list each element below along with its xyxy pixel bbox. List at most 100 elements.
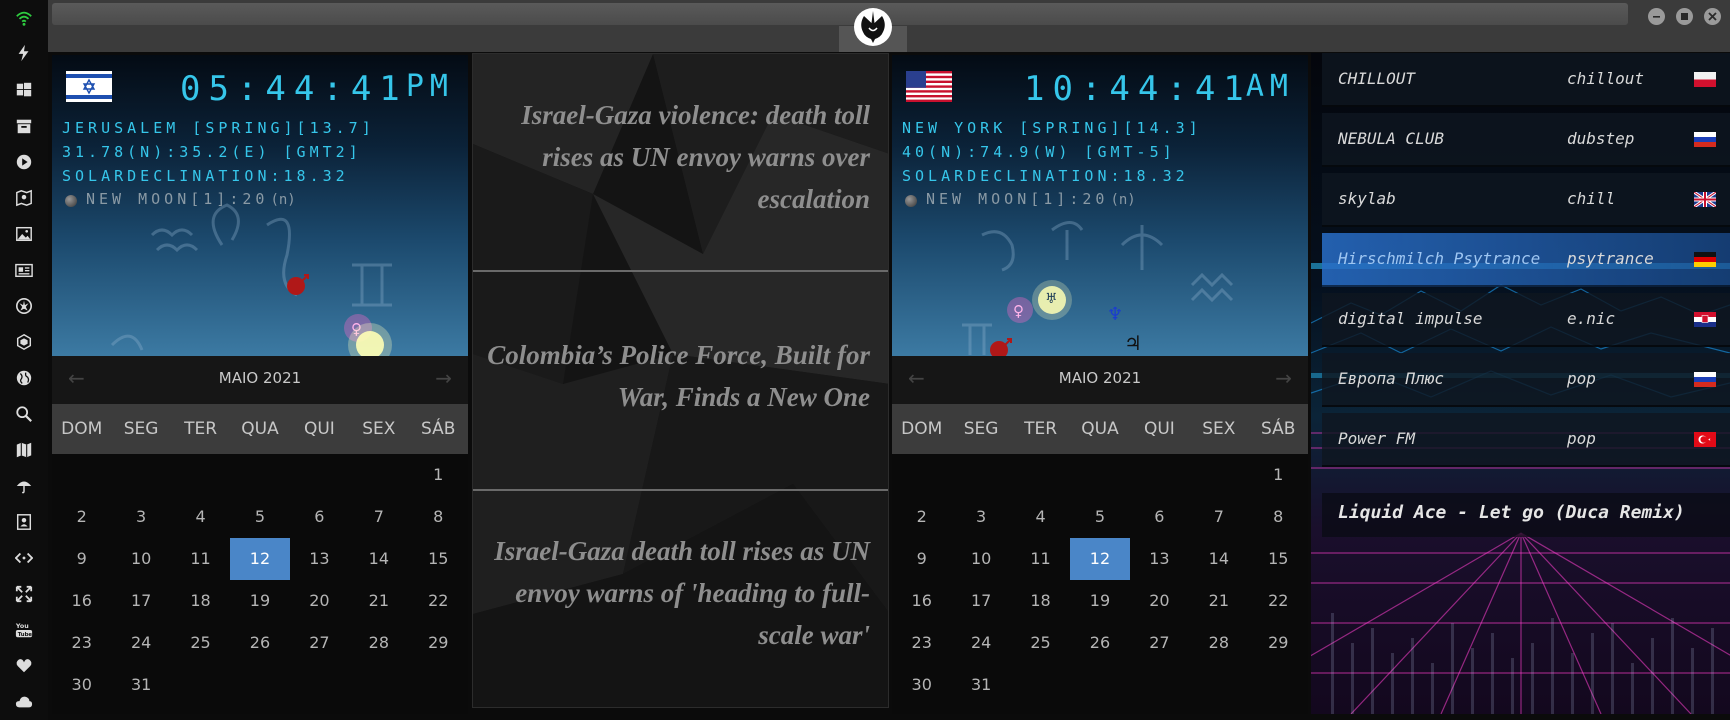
calendar-day[interactable]: 20 (1130, 580, 1189, 622)
calendar-day[interactable]: 13 (290, 538, 349, 580)
calendar-day-today[interactable]: 12 (230, 538, 290, 580)
calendar-day[interactable]: 13 (1130, 538, 1189, 580)
now-playing-bar[interactable]: Liquid Ace - Let go (Duca Remix) (1322, 493, 1730, 537)
calendar-day[interactable]: 18 (171, 580, 230, 622)
radio-station-item[interactable]: CHILLOUT chillout (1322, 53, 1730, 107)
calendar-day[interactable]: 3 (111, 496, 170, 538)
calendar-day[interactable]: 17 (111, 580, 170, 622)
minimize-icon[interactable] (1648, 8, 1665, 25)
code-icon[interactable] (14, 548, 34, 568)
calendar-day[interactable]: 30 (52, 664, 111, 706)
calendar-day[interactable]: 9 (892, 538, 951, 580)
calendar-day[interactable]: 1 (1249, 454, 1308, 496)
calendar-day[interactable]: 8 (409, 496, 468, 538)
calendar-day[interactable]: 20 (290, 580, 349, 622)
calendar-day[interactable]: 2 (892, 496, 951, 538)
calendar-day[interactable]: 24 (111, 622, 170, 664)
calendar-day[interactable]: 17 (951, 580, 1010, 622)
calendar-day[interactable]: 23 (52, 622, 111, 664)
calendar-day[interactable]: 10 (951, 538, 1010, 580)
address-bar[interactable] (52, 3, 1628, 25)
calendar-day[interactable]: 7 (349, 496, 408, 538)
calendar-day[interactable]: 22 (1249, 580, 1308, 622)
heart-icon[interactable] (14, 656, 34, 676)
calendar-day[interactable]: 21 (1189, 580, 1248, 622)
calendar-day[interactable]: 2 (52, 496, 111, 538)
calendar-day[interactable]: 19 (1070, 580, 1129, 622)
calendar-day[interactable]: 27 (1130, 622, 1189, 664)
archive-icon[interactable] (14, 116, 34, 136)
calendar-day[interactable]: 15 (1249, 538, 1308, 580)
calendar-day[interactable]: 8 (1249, 496, 1308, 538)
calendar-day[interactable]: 22 (409, 580, 468, 622)
calendar-day[interactable]: 27 (290, 622, 349, 664)
calendar-day[interactable]: 10 (111, 538, 170, 580)
calendar-day[interactable]: 15 (409, 538, 468, 580)
calendar-day[interactable]: 31 (111, 664, 170, 706)
calendar-next-button[interactable]: → (1275, 366, 1292, 390)
calendar-day[interactable]: 25 (1011, 622, 1070, 664)
globe-icon[interactable] (14, 368, 34, 388)
calendar-day[interactable]: 14 (1189, 538, 1248, 580)
calendar-day[interactable]: 5 (230, 496, 289, 538)
calendar-day[interactable]: 23 (892, 622, 951, 664)
calendar-day[interactable]: 26 (230, 622, 289, 664)
calendar-day[interactable]: 9 (52, 538, 111, 580)
map-icon[interactable] (14, 440, 34, 460)
radio-station-item-active[interactable]: Hirschmilch Psytrance psytrance (1322, 233, 1730, 287)
calendar-day[interactable]: 16 (892, 580, 951, 622)
calendar-day[interactable]: 28 (1189, 622, 1248, 664)
calendar-day[interactable]: 14 (349, 538, 408, 580)
calendar-day[interactable]: 5 (1070, 496, 1129, 538)
radio-station-item[interactable]: NEBULA CLUB dubstep (1322, 113, 1730, 167)
news-headline[interactable]: Colombia’s Police Force, Built for War, … (473, 334, 888, 418)
rebel-alliance-icon[interactable] (852, 6, 894, 48)
umbrella-icon[interactable] (14, 476, 34, 496)
calendar-day[interactable]: 30 (892, 664, 951, 706)
radio-station-item[interactable]: Power FM pop (1322, 413, 1730, 467)
calendar-day[interactable]: 11 (1011, 538, 1070, 580)
calendar-day[interactable]: 29 (1249, 622, 1308, 664)
calendar-day[interactable]: 21 (349, 580, 408, 622)
calendar-day[interactable]: 3 (951, 496, 1010, 538)
newspaper-icon[interactable] (14, 260, 34, 280)
calendar-day[interactable]: 11 (171, 538, 230, 580)
close-icon[interactable] (1704, 8, 1721, 25)
map-pin-icon[interactable] (14, 188, 34, 208)
news-headline[interactable]: Israel-Gaza death toll rises as UN envoy… (473, 530, 888, 656)
news-headline[interactable]: Israel-Gaza violence: death toll rises a… (473, 94, 888, 220)
calendar-day[interactable]: 26 (1070, 622, 1129, 664)
radio-station-item[interactable]: Европа Плюс pop (1322, 353, 1730, 407)
contact-icon[interactable] (14, 512, 34, 532)
rebel-icon[interactable] (14, 296, 34, 316)
radio-station-item[interactable]: digital impulse e.nic (1322, 293, 1730, 347)
hexagon-icon[interactable] (14, 332, 34, 352)
play-icon[interactable] (14, 152, 34, 172)
search-icon[interactable] (14, 404, 34, 424)
lightning-icon[interactable] (14, 43, 34, 63)
wifi-icon[interactable] (14, 8, 34, 28)
calendar-day[interactable]: 6 (290, 496, 349, 538)
calendar-day[interactable]: 18 (1011, 580, 1070, 622)
calendar-day[interactable]: 24 (951, 622, 1010, 664)
calendar-day[interactable]: 4 (1011, 496, 1070, 538)
windows-icon[interactable] (14, 80, 34, 100)
calendar-day[interactable]: 29 (409, 622, 468, 664)
calendar-day[interactable]: 28 (349, 622, 408, 664)
image-icon[interactable] (14, 224, 34, 244)
maximize-icon[interactable] (1676, 8, 1693, 25)
calendar-day[interactable]: 25 (171, 622, 230, 664)
calendar-next-button[interactable]: → (435, 366, 452, 390)
calendar-day[interactable]: 6 (1130, 496, 1189, 538)
calendar-day[interactable]: 7 (1189, 496, 1248, 538)
calendar-day[interactable]: 31 (951, 664, 1010, 706)
cloud-icon[interactable] (14, 692, 34, 712)
calendar-day[interactable]: 16 (52, 580, 111, 622)
youtube-icon[interactable]: You Tube (14, 620, 34, 640)
calendar-day[interactable]: 1 (409, 454, 468, 496)
calendar-day[interactable]: 4 (171, 496, 230, 538)
radio-station-item[interactable]: skylab chill (1322, 173, 1730, 227)
calendar-day[interactable]: 19 (230, 580, 289, 622)
expand-icon[interactable] (14, 584, 34, 604)
calendar-day-today[interactable]: 12 (1070, 538, 1130, 580)
